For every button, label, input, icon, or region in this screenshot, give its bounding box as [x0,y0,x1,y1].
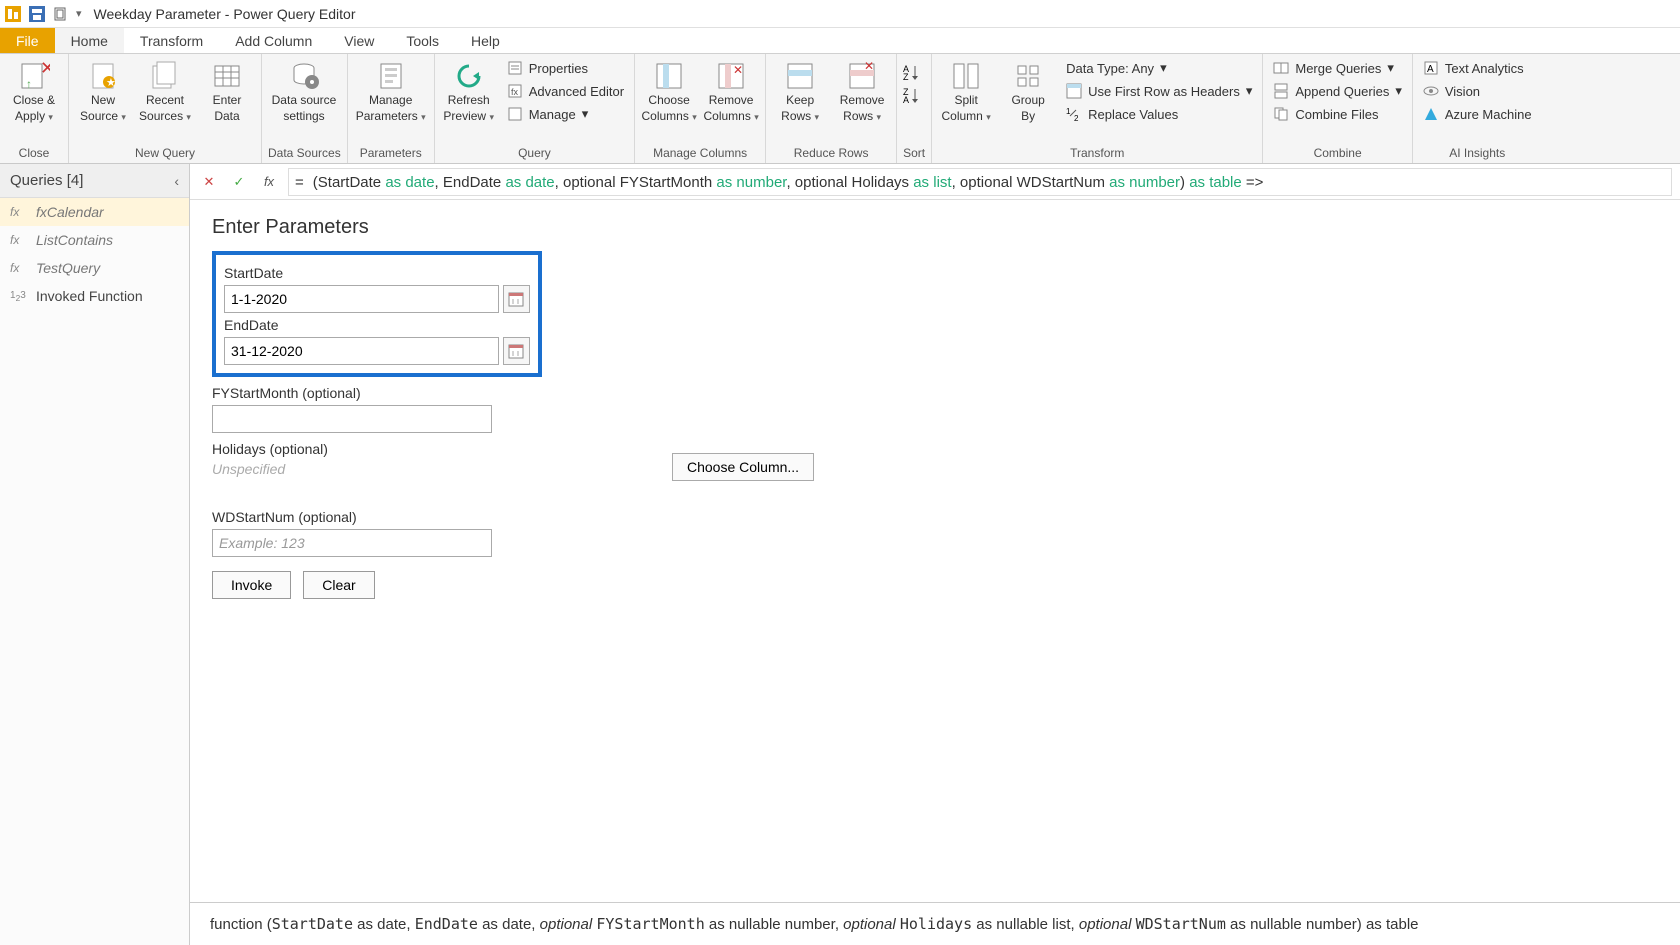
fystartmonth-label: FYStartMonth (optional) [212,385,1658,401]
startdate-input[interactable] [224,285,499,313]
sort-desc-button[interactable]: ZA [903,85,923,105]
text-analytics-button[interactable]: AText Analytics [1419,58,1536,78]
svg-text:A: A [903,95,909,105]
accept-formula-button[interactable]: ✓ [228,171,250,193]
tab-file[interactable]: File [0,28,55,53]
qat-more-icon[interactable]: ▾ [76,7,82,20]
parameters-panel: Enter Parameters StartDate EndDate FYSta… [190,200,1680,615]
formula-bar: ✕ ✓ fx = (StartDate as date, EndDate as … [190,164,1680,200]
svg-text:✕: ✕ [40,60,50,78]
svg-text:fx: fx [511,87,519,97]
svg-text:↑: ↑ [26,77,32,91]
remove-columns-button[interactable]: ✕ RemoveColumns ▾ [703,56,759,124]
function-icon: fx [10,205,28,219]
choose-column-button[interactable]: Choose Column... [672,453,814,481]
ribbon: ✕↑ Close &Apply ▾ Close ★ NewSource ▾ Re… [0,54,1680,164]
replace-values-button[interactable]: 12Replace Values [1062,104,1256,124]
query-item-testquery[interactable]: fxTestQuery [0,254,189,282]
enddate-label: EndDate [224,317,530,333]
wdstartnum-label: WDStartNum (optional) [212,509,1658,525]
startdate-label: StartDate [224,265,530,281]
enddate-picker-button[interactable] [503,337,530,365]
recent-sources-button[interactable]: RecentSources ▾ [137,56,193,124]
svg-text:✕: ✕ [733,63,743,77]
query-item-fxcalendar[interactable]: fxfxCalendar [0,198,189,226]
combine-files-button[interactable]: Combine Files [1269,104,1405,124]
tab-help[interactable]: Help [455,28,516,53]
invoke-button[interactable]: Invoke [212,571,291,599]
menu-bar: File Home Transform Add Column View Tool… [0,28,1680,54]
tab-home[interactable]: Home [55,28,124,53]
group-by-button[interactable]: GroupBy [1000,56,1056,124]
title-bar: ▾ Weekday Parameter - Power Query Editor [0,0,1680,28]
window-title: Weekday Parameter - Power Query Editor [94,6,356,22]
close-apply-button[interactable]: ✕↑ Close &Apply ▾ [6,56,62,124]
vision-button[interactable]: Vision [1419,81,1536,101]
tab-tools[interactable]: Tools [390,28,455,53]
first-row-headers-button[interactable]: Use First Row as Headers ▾ [1062,81,1256,101]
split-column-button[interactable]: SplitColumn ▾ [938,56,994,124]
required-params-group: StartDate EndDate [212,251,542,377]
function-icon: fx [10,261,28,275]
query-item-invoked-function[interactable]: 123Invoked Function [0,282,189,310]
data-source-settings-button[interactable]: Data sourcesettings [268,56,340,124]
new-source-button[interactable]: ★ NewSource ▾ [75,56,131,124]
append-queries-button[interactable]: Append Queries ▾ [1269,81,1405,101]
keep-rows-button[interactable]: KeepRows ▾ [772,56,828,124]
azure-ml-button[interactable]: Azure Machine [1419,104,1536,124]
refresh-preview-button[interactable]: RefreshPreview ▾ [441,56,497,124]
choose-columns-button[interactable]: ChooseColumns ▾ [641,56,697,124]
properties-button[interactable]: Properties [503,58,628,78]
save-icon[interactable] [28,5,46,23]
advanced-editor-button[interactable]: fxAdvanced Editor [503,81,628,101]
tab-add-column[interactable]: Add Column [219,28,328,53]
merge-queries-button[interactable]: Merge Queries ▾ [1269,58,1405,78]
formula-input[interactable]: = (StartDate as date, EndDate as date, o… [288,168,1672,196]
startdate-picker-button[interactable] [503,285,530,313]
fx-icon[interactable]: fx [258,171,280,193]
remove-rows-button[interactable]: ✕ RemoveRows ▾ [834,56,890,124]
undo-icon[interactable] [52,5,70,23]
fystartmonth-input[interactable] [212,405,492,433]
enter-data-button[interactable]: EnterData [199,56,255,124]
svg-text:1: 1 [1066,107,1071,116]
tab-transform[interactable]: Transform [124,28,219,53]
svg-text:✕: ✕ [864,60,874,73]
cancel-formula-button[interactable]: ✕ [198,171,220,193]
svg-text:A: A [1427,64,1434,75]
svg-text:★: ★ [106,77,116,89]
sort-asc-button[interactable]: AZ [903,62,923,82]
collapse-pane-icon[interactable]: ‹ [174,173,179,189]
query-item-listcontains[interactable]: fxListContains [0,226,189,254]
function-icon: fx [10,233,28,247]
svg-text:2: 2 [1074,114,1079,122]
panel-heading: Enter Parameters [212,216,1658,239]
number-icon: 123 [10,290,28,303]
svg-text:Z: Z [903,72,909,82]
queries-header: Queries [4] [10,172,83,189]
enddate-input[interactable] [224,337,499,365]
tab-view[interactable]: View [328,28,390,53]
clear-button[interactable]: Clear [303,571,374,599]
function-signature: function (StartDate as date, EndDate as … [190,902,1680,945]
data-type-button[interactable]: Data Type: Any ▾ [1062,58,1256,78]
manage-button[interactable]: Manage ▾ [503,104,628,124]
queries-pane: Queries [4] ‹ fxfxCalendar fxListContain… [0,164,190,945]
manage-parameters-button[interactable]: ManageParameters ▾ [354,56,428,124]
app-icon [4,5,22,23]
wdstartnum-input[interactable] [212,529,492,557]
